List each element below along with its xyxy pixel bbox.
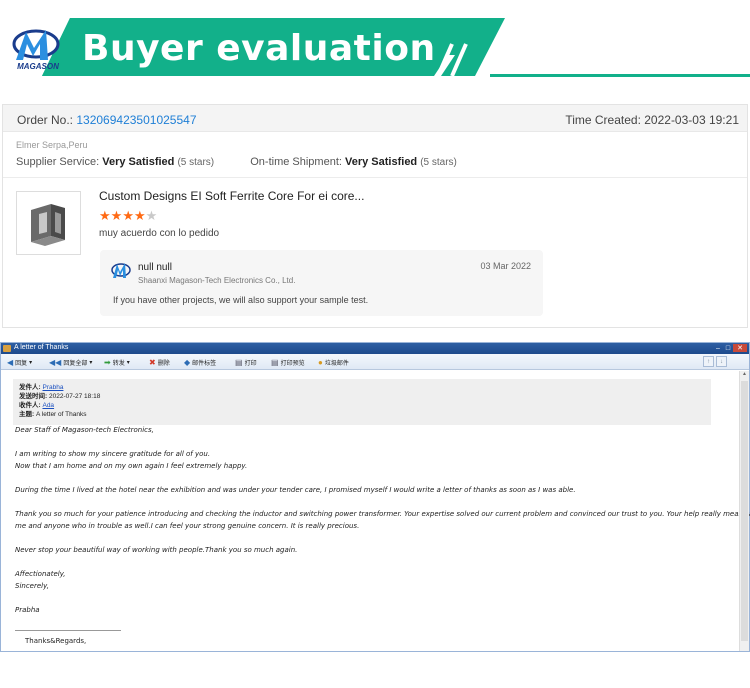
junk-icon: ●	[318, 357, 323, 367]
letter-line: Thank you so much for your patience intr…	[15, 510, 750, 518]
banner-slash-decoration	[436, 40, 468, 78]
order-number-link[interactable]: 132069423501025547	[76, 113, 196, 127]
shipment-value: Very Satisfied	[345, 156, 418, 168]
signature-divider	[15, 630, 121, 631]
letter-line: me and anyone who in trouble as well.I c…	[15, 522, 360, 530]
forward-label: 转发	[112, 360, 125, 367]
rating-stars: ★★★★★	[99, 208, 157, 224]
reply-all-icon: ◀◀	[49, 357, 62, 367]
product-thumbnail[interactable]	[16, 191, 81, 255]
mail-window-title: A letter of Thanks	[14, 344, 69, 351]
mail-scrollbar[interactable]: ▲	[739, 371, 749, 651]
arrow-up-icon[interactable]: ↑	[703, 356, 714, 367]
reply-date: 03 Mar 2022	[480, 261, 531, 271]
forward-button[interactable]: ➡ 转发 ▾	[104, 357, 130, 367]
mail-body: 发件人: Prabha 发送时间: 2022-07-27 18:18 收件人: …	[1, 371, 750, 651]
supplier-service-value: Very Satisfied	[102, 156, 175, 168]
print-preview-button[interactable]: ▤ 打印预览	[271, 357, 305, 367]
time-created: Time Created: 2022-03-03 19:21	[565, 113, 739, 127]
junk-label: 垃圾邮件	[324, 360, 349, 367]
shipment-label: On-time Shipment:	[250, 156, 342, 168]
chevron-down-icon: ▾	[126, 359, 130, 366]
subject-label: 主题:	[19, 411, 35, 418]
print-icon: ▤	[235, 357, 243, 367]
mail-header: 发件人: Prabha 发送时间: 2022-07-27 18:18 收件人: …	[13, 379, 711, 425]
chevron-down-icon: ▾	[29, 359, 33, 366]
delete-label: 删除	[157, 360, 170, 367]
review-card-header: Order No.: 132069423501025547 Time Creat…	[3, 105, 747, 132]
mail-window: A letter of Thanks – □ ✕ ◀ 回复 ▾ ◀◀ 回复全部 ▾ ➡ 转发 ▾…	[0, 342, 750, 652]
print-preview-label: 打印预览	[280, 360, 305, 367]
letter-line: During the time I lived at the hotel nea…	[15, 486, 576, 494]
arrow-down-icon[interactable]: ↓	[716, 356, 727, 367]
delete-button[interactable]: ✖ 删除	[149, 357, 170, 367]
buyer-name: Elmer Serpa,Peru	[16, 140, 88, 150]
supplier-reply: null null Shaanxi Magason-Tech Electroni…	[100, 250, 543, 316]
subject-row: 主题: A letter of Thanks	[19, 408, 86, 418]
print-preview-icon: ▤	[271, 357, 279, 367]
close-icon[interactable]: ✕	[733, 344, 747, 352]
reply-name: null null	[138, 262, 172, 273]
star-icon: ★	[110, 208, 123, 223]
junk-button[interactable]: ● 垃圾邮件	[318, 357, 349, 367]
reply-all-label: 回复全部	[63, 360, 88, 367]
maximize-icon[interactable]: □	[723, 345, 733, 352]
regards-text: Thanks&Regards,	[25, 637, 87, 645]
tag-icon: ◆	[184, 357, 191, 367]
reply-icon: ◀	[7, 357, 14, 367]
letter-line: Sincerely,	[15, 582, 49, 590]
scroll-up-icon[interactable]: ▲	[740, 371, 749, 377]
mail-tag-button[interactable]: ◆ 邮件标签	[184, 357, 216, 367]
minimize-icon[interactable]: –	[713, 345, 723, 352]
letter-line: Affectionately,	[15, 570, 66, 578]
review-card: Order No.: 132069423501025547 Time Creat…	[2, 104, 748, 328]
mail-app-icon	[3, 345, 11, 352]
supplier-service-stars: (5 stars)	[177, 157, 215, 168]
delete-icon: ✖	[149, 357, 156, 367]
banner: MAGASON Buyer evaluation	[0, 0, 750, 82]
mail-toolbar: ◀ 回复 ▾ ◀◀ 回复全部 ▾ ➡ 转发 ▾ ✖ 删除 ◆ 邮件标签 ▤ 打印 ▤ 打印预览 ● 垃…	[1, 354, 749, 370]
mail-tag-label: 邮件标签	[192, 360, 217, 367]
star-icon: ★	[122, 208, 134, 223]
divider	[3, 177, 747, 178]
letter-line: Never stop your beautiful way of working…	[15, 546, 298, 554]
star-empty-icon: ★	[145, 208, 158, 223]
reply-label: 回复	[15, 360, 28, 367]
sent-time: 2022-07-27 18:18	[48, 393, 101, 400]
supplier-service-label: Supplier Service:	[16, 156, 100, 168]
letter-line: Now that I am home and on my own again I…	[15, 462, 248, 470]
reply-button[interactable]: ◀ 回复 ▾	[7, 357, 32, 367]
ratings-summary: Supplier Service: Very Satisfied (5 star…	[16, 156, 457, 168]
order-label: Order No.:	[17, 113, 74, 127]
message-nav: ↑ ↓	[701, 356, 727, 367]
logo-text: MAGASON	[17, 62, 59, 71]
window-controls: – □ ✕	[713, 344, 747, 352]
reply-company: Shaanxi Magason-Tech Electronics Co., Lt…	[138, 276, 296, 285]
print-label: 打印	[244, 360, 257, 367]
print-button[interactable]: ▤ 打印	[235, 357, 257, 367]
star-icon: ★	[99, 208, 111, 223]
letter-line: Dear Staff of Magason-tech Electronics,	[15, 426, 154, 434]
product-title[interactable]: Custom Designs EI Soft Ferrite Core For …	[99, 189, 364, 203]
reply-text: If you have other projects, we will also…	[113, 295, 369, 305]
page: MAGASON Buyer evaluation Order No.: 1320…	[0, 0, 750, 688]
mail-titlebar: A letter of Thanks – □ ✕	[1, 343, 749, 354]
scrollbar-thumb[interactable]	[741, 381, 748, 641]
forward-icon: ➡	[104, 357, 111, 367]
letter-line: Prabha	[15, 606, 40, 614]
letter-line: I am writing to show my sincere gratitud…	[15, 450, 211, 458]
shipment-stars: (5 stars)	[420, 157, 457, 168]
banner-title: Buyer evaluation	[82, 28, 436, 69]
chevron-down-icon: ▾	[89, 359, 93, 366]
order-number: Order No.: 132069423501025547	[17, 113, 197, 127]
magason-logo-small	[111, 263, 131, 278]
reply-all-button[interactable]: ◀◀ 回复全部 ▾	[49, 357, 92, 367]
review-comment: muy acuerdo con lo pedido	[99, 228, 220, 239]
star-icon: ★	[133, 208, 146, 223]
subject-text: A letter of Thanks	[35, 411, 87, 418]
